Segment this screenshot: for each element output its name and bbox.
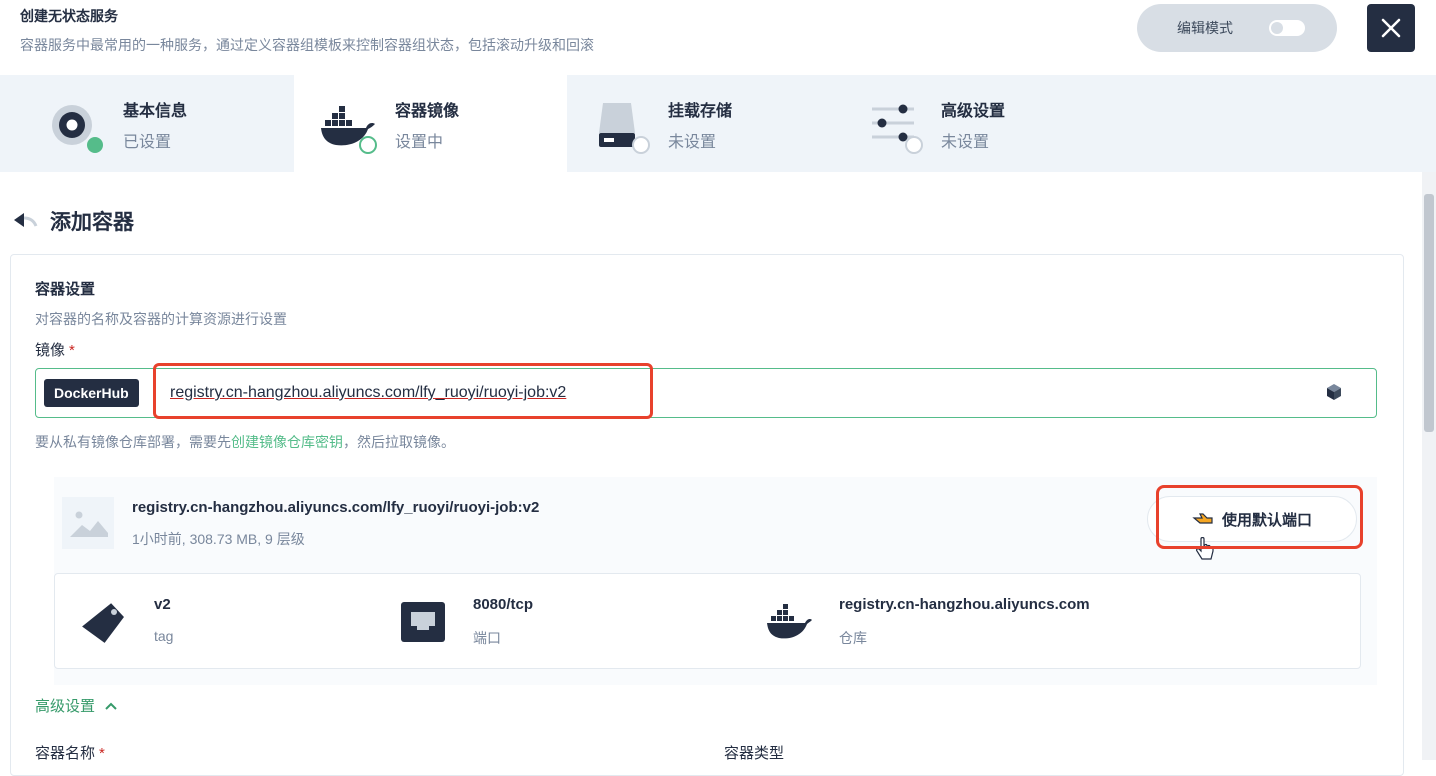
info-label: 仓库 <box>839 630 867 646</box>
page-description: 容器服务中最常用的一种服务，通过定义容器组模板来控制容器组状态，包括滚动升级和回… <box>20 37 594 53</box>
image-name: registry.cn-hangzhou.aliyuncs.com/lfy_ru… <box>132 499 540 516</box>
ethernet-port-icon <box>401 602 445 642</box>
toggle-knob <box>1271 22 1283 34</box>
chevron-up-icon <box>105 702 117 710</box>
scrollbar-thumb[interactable] <box>1424 194 1434 432</box>
image-label-text: 镜像 <box>35 342 66 359</box>
step-advanced-settings[interactable]: 高级设置 未设置 <box>840 75 1113 172</box>
info-value: 8080/tcp <box>473 596 534 613</box>
required-mark: * <box>69 342 75 359</box>
step-status: 已设置 <box>123 134 172 151</box>
back-arrow-icon <box>14 213 38 227</box>
step-mount-storage[interactable]: 挂载存储 未设置 <box>567 75 840 172</box>
close-icon <box>1381 18 1401 38</box>
vertical-scrollbar[interactable] <box>1422 172 1436 760</box>
page-title: 创建无状态服务 <box>20 8 118 24</box>
close-button[interactable] <box>1367 4 1415 52</box>
settings-circle-icon <box>52 105 103 153</box>
image-placeholder-icon <box>62 497 114 549</box>
step-title: 容器镜像 <box>395 103 460 120</box>
section-title: 容器设置 <box>35 281 96 298</box>
highlight-box-port-button <box>1156 485 1363 549</box>
info-value: registry.cn-hangzhou.aliyuncs.com <box>839 596 1090 613</box>
tag-icon <box>82 603 124 643</box>
docker-whale-icon <box>321 106 377 154</box>
cube-icon[interactable] <box>1325 383 1343 401</box>
toggle-switch[interactable] <box>1269 20 1305 36</box>
advanced-settings-toggle[interactable]: 高级设置 <box>35 695 117 716</box>
required-mark: * <box>99 745 105 762</box>
step-status: 设置中 <box>395 134 444 151</box>
container-name-text: 容器名称 <box>35 745 96 762</box>
private-registry-hint: 要从私有镜像仓库部署，需要先创建镜像仓库密钥，然后拉取镜像。 <box>35 432 455 452</box>
info-item-tag: v2 tag <box>80 574 380 668</box>
step-title: 基本信息 <box>123 103 188 120</box>
image-info-box: v2 tag 8080/tcp 端口 registry.cn-hangzhou.… <box>54 573 1361 669</box>
edit-mode-toggle[interactable]: 编辑模式 <box>1137 4 1337 52</box>
info-item-port: 8080/tcp 端口 <box>399 574 739 668</box>
step-basic-info[interactable]: 基本信息 已设置 <box>0 75 294 172</box>
step-container-image[interactable]: 容器镜像 设置中 <box>294 75 567 172</box>
step-bar: 基本信息 已设置 容器镜像 设置中 挂载存储 未设置 高级设置 未设置 <box>0 75 1436 172</box>
info-label: 端口 <box>473 630 501 646</box>
step-title: 挂载存储 <box>668 103 733 120</box>
edit-mode-label: 编辑模式 <box>1177 20 1233 36</box>
docker-whale-icon <box>767 604 812 639</box>
add-container-title: 添加容器 <box>50 211 134 234</box>
registry-select[interactable]: DockerHub <box>44 379 139 407</box>
storage-disk-icon <box>599 103 650 154</box>
create-secret-link[interactable]: 创建镜像仓库密钥 <box>231 434 343 450</box>
sliders-icon <box>872 104 923 154</box>
image-field-label: 镜像 * <box>35 339 75 360</box>
info-item-registry: registry.cn-hangzhou.aliyuncs.com 仓库 <box>765 574 1265 668</box>
hint-suffix: ，然后拉取镜像。 <box>343 434 455 450</box>
back-link[interactable]: 添加容器 <box>12 206 134 236</box>
advanced-settings-label: 高级设置 <box>35 698 96 715</box>
page-header: 创建无状态服务 容器服务中最常用的一种服务，通过定义容器组模板来控制容器组状态，… <box>0 0 1436 76</box>
main-content: 添加容器 容器设置 对容器的名称及容器的计算资源进行设置 镜像 * DockerH… <box>0 172 1422 776</box>
info-label: tag <box>154 628 174 644</box>
image-meta: 1小时前, 308.73 MB, 9 层级 <box>132 531 305 547</box>
section-description: 对容器的名称及容器的计算资源进行设置 <box>35 311 287 327</box>
hint-prefix: 要从私有镜像仓库部署，需要先 <box>35 434 231 450</box>
step-status: 未设置 <box>668 134 717 151</box>
highlight-box-image-input <box>153 363 653 419</box>
step-status: 未设置 <box>941 134 990 151</box>
info-value: v2 <box>154 596 171 613</box>
step-title: 高级设置 <box>941 103 1006 120</box>
